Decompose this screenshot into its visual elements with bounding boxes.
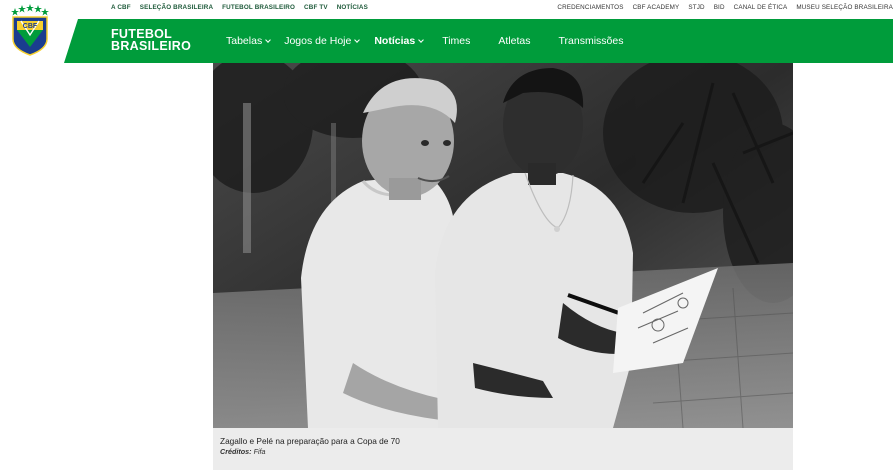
caption-text: Zagallo e Pelé na preparação para a Copa… [220, 436, 400, 446]
nav-item-tabelas[interactable]: Tabelas [226, 35, 272, 47]
top-link-a-cbf[interactable]: A CBF [111, 4, 131, 11]
top-link-credenciamentos[interactable]: CREDENCIAMENTOS [557, 4, 623, 11]
main-nav-items: Tabelas Jogos de Hoje Notícias Times Atl… [226, 35, 623, 47]
nav-item-atletas[interactable]: Atletas [498, 35, 530, 47]
nav-item-label: Transmissões [558, 35, 624, 47]
top-link-canal-de-etica[interactable]: CANAL DE ÉTICA [734, 4, 788, 11]
top-link-museu-selecao[interactable]: MUSEU SELEÇÃO BRASILEIRA [796, 4, 893, 11]
cbf-logo[interactable]: CBF [8, 3, 52, 57]
nav-item-noticias[interactable]: Notícias [374, 35, 425, 47]
main-navbar: FUTEBOL BRASILEIRO Tabelas Jogos de Hoje… [0, 19, 893, 63]
top-nav-left: A CBF SELEÇÃO BRASILEIRA FUTEBOL BRASILE… [111, 4, 368, 11]
top-link-cbf-academy[interactable]: CBF ACADEMY [633, 4, 680, 11]
article-photo [213, 63, 793, 428]
top-link-futebol-brasileiro[interactable]: FUTEBOL BRASILEIRO [222, 4, 295, 11]
brand-line-2: BRASILEIRO [111, 38, 192, 53]
top-link-stjd[interactable]: STJD [688, 4, 704, 11]
caption-credit: Créditos: Fifa [220, 447, 786, 457]
top-link-selecao-brasileira[interactable]: SELEÇÃO BRASILEIRA [140, 4, 213, 11]
nav-item-jogos-de-hoje[interactable]: Jogos de Hoje [284, 35, 361, 47]
top-nav-right: CREDENCIAMENTOS CBF ACADEMY STJD BID CAN… [557, 4, 893, 11]
photo-caption: Zagallo e Pelé na preparação para a Copa… [213, 428, 793, 470]
cbf-crest-icon: CBF [11, 4, 49, 56]
logo-text: CBF [23, 23, 38, 30]
top-link-noticias[interactable]: NOTÍCIAS [337, 4, 368, 11]
nav-item-times[interactable]: Times [442, 35, 470, 47]
top-link-bid[interactable]: BID [714, 4, 725, 11]
credit-label: Créditos: [220, 447, 252, 456]
photo-illustration [213, 63, 793, 428]
nav-item-label: Atletas [498, 35, 531, 47]
nav-item-label: Times [442, 35, 471, 47]
chevron-down-icon [418, 36, 425, 43]
chevron-down-icon [354, 36, 361, 43]
brand-futebol-brasileiro[interactable]: FUTEBOL BRASILEIRO [111, 28, 192, 53]
chevron-down-icon [265, 36, 272, 43]
top-utility-bar: A CBF SELEÇÃO BRASILEIRA FUTEBOL BRASILE… [0, 0, 893, 16]
nav-item-label: Tabelas [226, 35, 263, 47]
nav-item-transmissoes[interactable]: Transmissões [559, 35, 624, 47]
nav-item-label: Jogos de Hoje [284, 35, 352, 47]
credit-value: Fifa [253, 447, 266, 456]
top-link-cbf-tv[interactable]: CBF TV [304, 4, 328, 11]
nav-item-label: Notícias [374, 35, 416, 47]
